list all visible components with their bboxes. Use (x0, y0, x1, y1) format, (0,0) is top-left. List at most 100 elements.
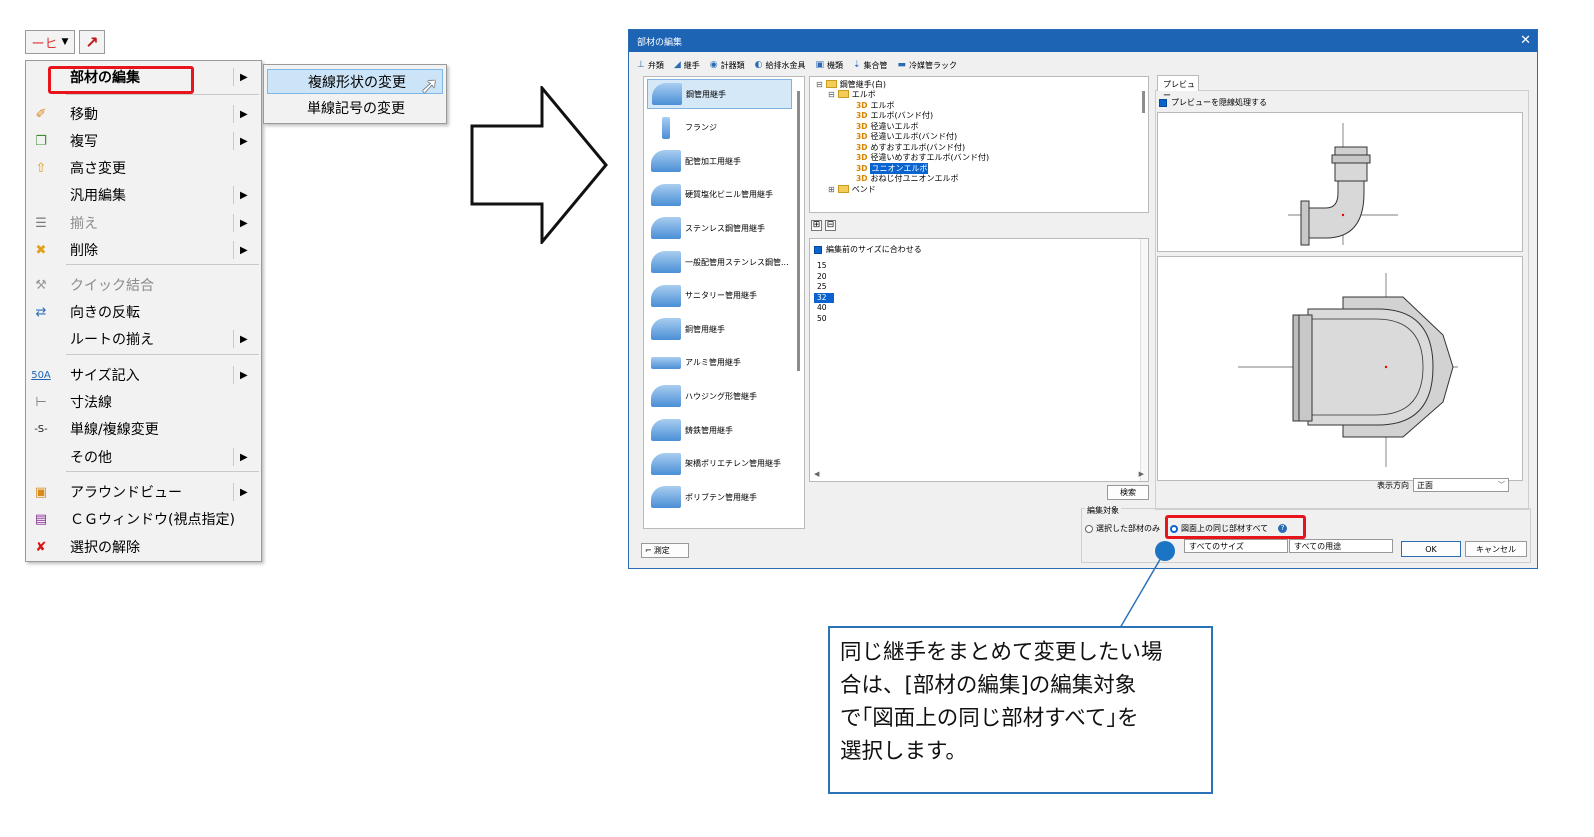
fitting-thumbnail-icon (651, 486, 681, 509)
menu-item-1[interactable]: ✐ 移動 ▶ (26, 101, 261, 127)
part-item[interactable]: ハウジング形管継手 (647, 381, 792, 411)
menu-item-11[interactable]: ⊢ 寸法線 (26, 389, 261, 415)
tree-node-leaf[interactable]: 3D 径違いめすおすエルボ(バンド付) (856, 153, 989, 163)
submenu-item-change-double-line-shape[interactable]: 複線形状の変更 (267, 69, 443, 94)
line-type-dropdown[interactable]: ーヒ ▼ (25, 30, 75, 54)
tree-node-root[interactable]: ⊟ 鋼管継手(白) (816, 79, 886, 89)
search-button[interactable]: 検索 (1107, 485, 1149, 500)
menu-item-4[interactable]: 汎用編集 ▶ (26, 182, 261, 208)
tree-node-leaf[interactable]: 3D エルボ(バンド付) (856, 111, 933, 121)
part-item[interactable]: 一般配管用ステンレス鋼管... (647, 247, 792, 277)
tree-scrollbar[interactable] (1142, 91, 1145, 113)
scroll-left-icon[interactable]: ◀ (814, 470, 819, 478)
submenu-arrow-icon: ▶ (240, 333, 248, 345)
part-list-scrollbar[interactable] (795, 81, 801, 381)
size-item[interactable]: 15 (814, 261, 834, 271)
tab-4[interactable]: ▣ 機類 (815, 58, 843, 72)
tab-2[interactable]: ◉ 計器類 (710, 58, 745, 72)
hidden-line-checkbox[interactable] (1159, 98, 1167, 107)
tree-node-leaf[interactable]: 3D おねじ付ユニオンエルボ (856, 174, 958, 184)
size-filter-select[interactable]: すべてのサイズ (1184, 539, 1288, 553)
part-item[interactable]: フランジ (647, 113, 792, 143)
measure-button[interactable]: ⌐ 測定 (641, 543, 689, 558)
menu-item-5[interactable]: ☰ 揃え ▶ (26, 210, 261, 236)
tab-preview[interactable]: プレビュー (1157, 75, 1199, 100)
view-direction-select[interactable]: 正面 ﹀ (1413, 478, 1509, 492)
tab-6[interactable]: ▬ 冷媒管ラック (898, 58, 958, 72)
part-item[interactable]: 配管加工用継手 (647, 146, 792, 176)
match-size-checkbox-row[interactable]: 編集前のサイズに合わせる (814, 244, 922, 255)
menu-item-14[interactable]: ▣ アラウンドビュー ▶ (26, 479, 261, 505)
menu-item-7[interactable]: ⚒ クイック結合 (26, 272, 261, 298)
menu-item-10[interactable]: 50A サイズ記入 ▶ (26, 362, 261, 388)
faucet-icon: ◐ (754, 60, 763, 70)
size-item[interactable]: 40 (814, 303, 834, 313)
menu-item-12[interactable]: -S- 単線/複線変更 (26, 416, 261, 442)
cancel-button[interactable]: キャンセル (1465, 541, 1527, 557)
tree-node-elbow-group[interactable]: ⊟ エルボ (828, 89, 876, 99)
ok-button[interactable]: OK (1401, 541, 1461, 557)
menu-item-6[interactable]: ✖ 削除 ▶ (26, 237, 261, 263)
menu-item-9[interactable]: ルートの揃え ▶ (26, 326, 261, 352)
part-item[interactable]: 硬質塩化ビニル管用継手 (647, 180, 792, 210)
size-item[interactable]: 32 (814, 292, 834, 303)
part-item[interactable]: 鋼管用継手 (647, 79, 792, 109)
edit-parts-highlight-frame (48, 66, 194, 94)
hidden-line-checkbox-row[interactable]: プレビューを隠線処理する (1159, 97, 1267, 108)
size-item[interactable]: 25 (814, 282, 834, 292)
fitting-thumbnail-icon (651, 251, 681, 273)
part-item[interactable]: サニタリー管用継手 (647, 281, 792, 311)
dialog-titlebar: 部材の編集 ✕ (629, 30, 1537, 52)
close-icon[interactable]: ✕ (1520, 33, 1531, 48)
menu-item-13[interactable]: その他 ▶ (26, 444, 261, 470)
tab-3[interactable]: ◐ 給排水金具 (755, 58, 806, 72)
part-item[interactable]: 架橋ポリエチレン管用継手 (647, 449, 792, 479)
size-list-scrollbar[interactable] (1140, 239, 1148, 481)
part-item-label: ハウジング形管継手 (685, 391, 757, 401)
collapse-all-button[interactable]: ⊟ (825, 220, 836, 231)
part-item[interactable]: 銅管用継手 (647, 314, 792, 344)
menu-item-16[interactable]: ✘ 選択の解除 (26, 534, 261, 560)
part-item[interactable]: ステンレス鋼管用継手 (647, 213, 792, 243)
tree-node-leaf[interactable]: 3D 径違いエルボ (856, 121, 918, 131)
part-item[interactable]: ポリブテン管用継手 (647, 482, 792, 512)
menu-divider (233, 241, 234, 259)
menu-item-label: 削除 (70, 243, 98, 259)
radio-circle[interactable] (1085, 524, 1093, 533)
expand-all-button[interactable]: ⊞ (811, 220, 822, 231)
rack-icon: ▬ (897, 60, 907, 70)
tree-node-leaf[interactable]: 3D めすおすエルボ(バンド付) (856, 142, 965, 152)
size-item[interactable]: 20 (814, 272, 834, 282)
menu-item-2[interactable]: ❐ 複写 ▶ (26, 128, 261, 154)
part-item[interactable]: アルミ管用継手 (647, 348, 792, 378)
use-filter-select[interactable]: すべての用途 (1289, 539, 1393, 553)
tree-node-leaf[interactable]: 3D ユニオンエルボ (856, 162, 929, 174)
size-list-hscrollbar[interactable]: ◀ ▶ (814, 470, 1144, 478)
tree-node-leaf[interactable]: 3D 径違いエルボ(バンド付) (856, 132, 957, 142)
pick-arrow-button[interactable]: ↗ (79, 30, 105, 54)
tab-1[interactable]: ◢ 継手 (674, 58, 700, 72)
menu-item-8[interactable]: ⇄ 向きの反転 (26, 299, 261, 325)
menu-item-3[interactable]: ⇧ 高さ変更 (26, 155, 261, 181)
fitting-thumbnail-icon (652, 83, 682, 105)
menu-divider (233, 68, 234, 86)
tab-5[interactable]: ⇣ 集合管 (853, 58, 888, 72)
tree-toggle-icon[interactable]: ⊟ (816, 80, 823, 89)
scroll-right-icon[interactable]: ▶ (1139, 470, 1144, 478)
arrow-icon: ↗ (85, 32, 99, 52)
menu-item-0[interactable]: 部材の編集 ▶ (26, 64, 261, 94)
match-size-checkbox[interactable] (814, 245, 822, 254)
radio-selected-only[interactable]: 選択した部材のみ (1085, 523, 1160, 534)
tree-node-bend-group[interactable]: ⊞ ベンド (828, 184, 876, 194)
size-item[interactable]: 50 (814, 314, 834, 324)
menu-item-15[interactable]: ▤ ＣＧウィンドウ(視点指定) (26, 506, 261, 532)
tree-node-label: おねじ付ユニオンエルボ (870, 174, 959, 183)
deselect-icon: ✘ (35, 539, 47, 555)
submenu-arrow-icon: ▶ (240, 71, 248, 83)
tab-0[interactable]: ⊥ 弁類 (637, 58, 664, 72)
tree-toggle-icon[interactable]: ⊞ (828, 185, 835, 194)
tree-toggle-icon[interactable]: ⊟ (828, 90, 835, 99)
tree-node-leaf[interactable]: 3D エルボ (856, 100, 894, 110)
submenu-item-change-single-line-symbol[interactable]: 単線記号の変更 (267, 95, 443, 120)
part-item[interactable]: 鋳鉄管用継手 (647, 415, 792, 445)
